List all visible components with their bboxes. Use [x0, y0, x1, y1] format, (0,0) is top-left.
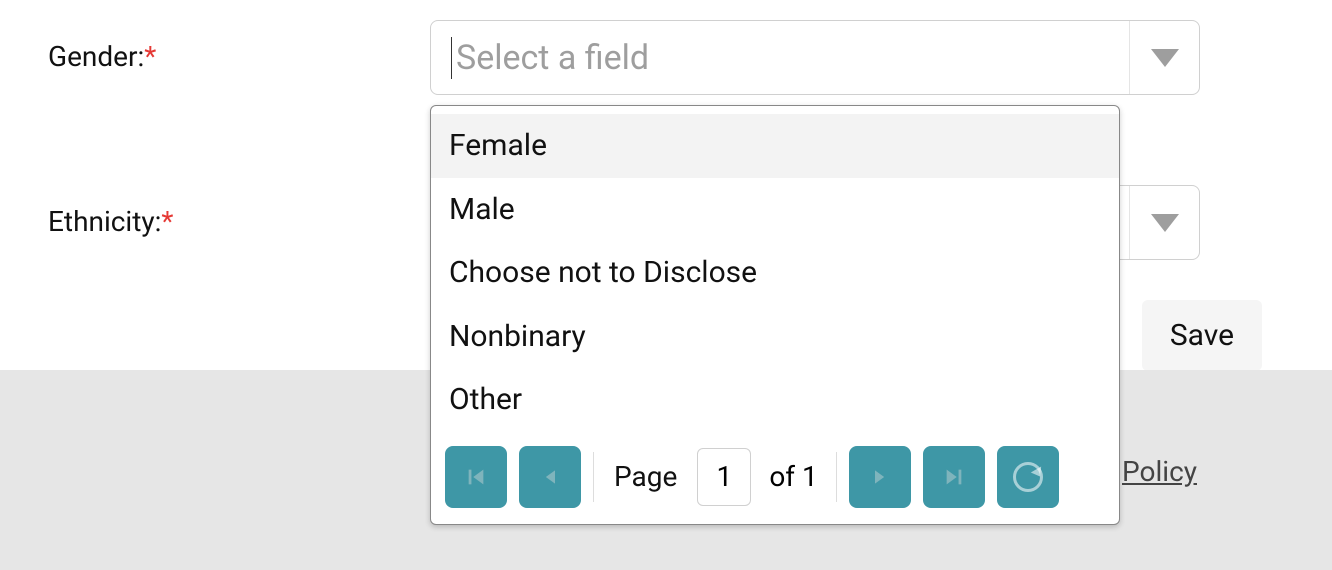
page-input-value: 1 [716, 460, 732, 493]
last-page-button[interactable] [923, 446, 985, 508]
prev-page-button[interactable] [519, 446, 581, 508]
chevron-down-icon [1151, 214, 1179, 232]
field-row-gender: Gender:* Select a field [0, 20, 1332, 95]
policy-link[interactable]: Policy [1122, 455, 1197, 488]
ethnicity-label: Ethnicity: [48, 205, 161, 238]
ethnicity-caret-cell[interactable] [1129, 186, 1199, 259]
last-page-icon [943, 466, 965, 488]
page-input[interactable]: 1 [697, 448, 751, 506]
next-page-icon [870, 466, 890, 488]
required-star: * [144, 40, 156, 73]
first-page-button[interactable] [445, 446, 507, 508]
pager-separator [836, 452, 837, 502]
required-star: * [161, 205, 173, 238]
gender-dropdown-panel: Female Male Choose not to Disclose Nonbi… [430, 105, 1120, 525]
gender-placeholder: Select a field [456, 38, 649, 78]
save-button[interactable]: Save [1142, 300, 1262, 371]
option-female[interactable]: Female [431, 114, 1119, 178]
option-choose-not-to-disclose[interactable]: Choose not to Disclose [431, 241, 1119, 305]
chevron-down-icon [1151, 49, 1179, 67]
page-label: Page [606, 460, 685, 493]
option-nonbinary[interactable]: Nonbinary [431, 305, 1119, 369]
gender-label: Gender: [48, 40, 144, 73]
prev-page-icon [540, 466, 560, 488]
next-page-button[interactable] [849, 446, 911, 508]
gender-select-col: Select a field [430, 20, 1200, 95]
refresh-button[interactable] [997, 446, 1059, 508]
gender-select[interactable]: Select a field [430, 20, 1200, 95]
gender-caret-cell[interactable] [1129, 21, 1199, 94]
option-other[interactable]: Other [431, 368, 1119, 432]
pager: Page 1 of 1 [431, 432, 1119, 524]
refresh-icon [1013, 462, 1043, 492]
option-list: Female Male Choose not to Disclose Nonbi… [431, 106, 1119, 432]
pager-separator [593, 452, 594, 502]
ethnicity-label-col: Ethnicity:* [0, 185, 430, 238]
option-male[interactable]: Male [431, 178, 1119, 242]
gender-label-col: Gender:* [0, 20, 430, 73]
text-cursor [451, 37, 452, 79]
page-of-text: of 1 [763, 460, 823, 493]
first-page-icon [465, 466, 487, 488]
